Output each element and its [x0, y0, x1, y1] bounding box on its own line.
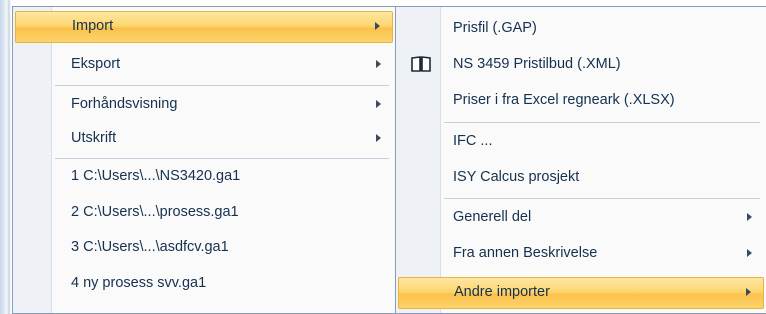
menu-item-isy-calcus[interactable]: ISY Calcus prosjekt [396, 162, 766, 192]
window-edge [0, 0, 11, 314]
menu-item-utskrift[interactable]: Utskrift [13, 123, 395, 153]
recent-file-4[interactable]: 4 ny prosess svv.ga1 [13, 268, 395, 298]
menu-item-label: 3 C:\Users\...\asdfcv.ga1 [71, 239, 229, 255]
menu-item-forhandsvisning[interactable]: Forhåndsvisning [13, 89, 395, 119]
submenu-arrow-icon [376, 60, 381, 68]
menu-item-ifc[interactable]: IFC ... [396, 126, 766, 156]
menu-item-fra-annen-beskrivelse[interactable]: Fra annen Beskrivelse [396, 238, 766, 268]
recent-file-3[interactable]: 3 C:\Users\...\asdfcv.ga1 [13, 232, 395, 262]
import-submenu: Prisfil (.GAP) NS 3459 Pristilbud (.XML)… [395, 6, 766, 314]
submenu-arrow-icon [375, 22, 380, 30]
menu-item-excel-prices[interactable]: Priser i fra Excel regneark (.XLSX) [396, 85, 766, 115]
menu-item-label: ISY Calcus prosjekt [453, 169, 580, 185]
menu-item-label: 2 C:\Users\...\prosess.ga1 [71, 204, 239, 220]
menu-item-import[interactable]: Import [15, 11, 393, 43]
menu-item-label: 1 C:\Users\...\NS3420.ga1 [71, 168, 241, 184]
menu-item-label: Priser i fra Excel regneark (.XLSX) [453, 92, 675, 108]
menu-item-label: 4 ny prosess svv.ga1 [71, 275, 207, 291]
submenu-arrow-icon [376, 100, 381, 108]
menu-separator [55, 85, 389, 86]
menu-item-label: Utskrift [71, 130, 117, 146]
menu-item-prisfil[interactable]: Prisfil (.GAP) [396, 13, 766, 43]
menu-item-label: Fra annen Beskrivelse [453, 245, 598, 261]
menu-item-ns3459[interactable]: NS 3459 Pristilbud (.XML) [396, 49, 766, 79]
menu-item-label: Import [72, 18, 114, 34]
submenu-arrow-icon [747, 213, 752, 221]
menu-item-label: Forhåndsvisning [71, 96, 178, 112]
file-menu: Import Eksport Forhåndsvisning Utskrift … [12, 6, 396, 314]
submenu-arrow-icon [747, 249, 752, 257]
menu-item-label: IFC ... [453, 133, 493, 149]
menu-item-andre-importer[interactable]: Andre importer [398, 277, 764, 309]
submenu-arrow-icon [376, 134, 381, 142]
menu-separator [444, 122, 760, 123]
submenu-arrow-icon [746, 288, 751, 296]
menu-separator [444, 198, 760, 199]
recent-file-1[interactable]: 1 C:\Users\...\NS3420.ga1 [13, 161, 395, 191]
menu-separator [55, 158, 389, 159]
menu-item-label: NS 3459 Pristilbud (.XML) [453, 56, 621, 72]
menu-item-label: Eksport [71, 56, 121, 72]
menu-item-label: Andre importer [454, 284, 550, 300]
menu-item-label: Prisfil (.GAP) [453, 20, 537, 36]
book-icon [411, 56, 431, 72]
menu-item-generell-del[interactable]: Generell del [396, 202, 766, 232]
menu-item-label: Generell del [453, 209, 532, 225]
recent-file-2[interactable]: 2 C:\Users\...\prosess.ga1 [13, 197, 395, 227]
menu-item-eksport[interactable]: Eksport [13, 49, 395, 79]
